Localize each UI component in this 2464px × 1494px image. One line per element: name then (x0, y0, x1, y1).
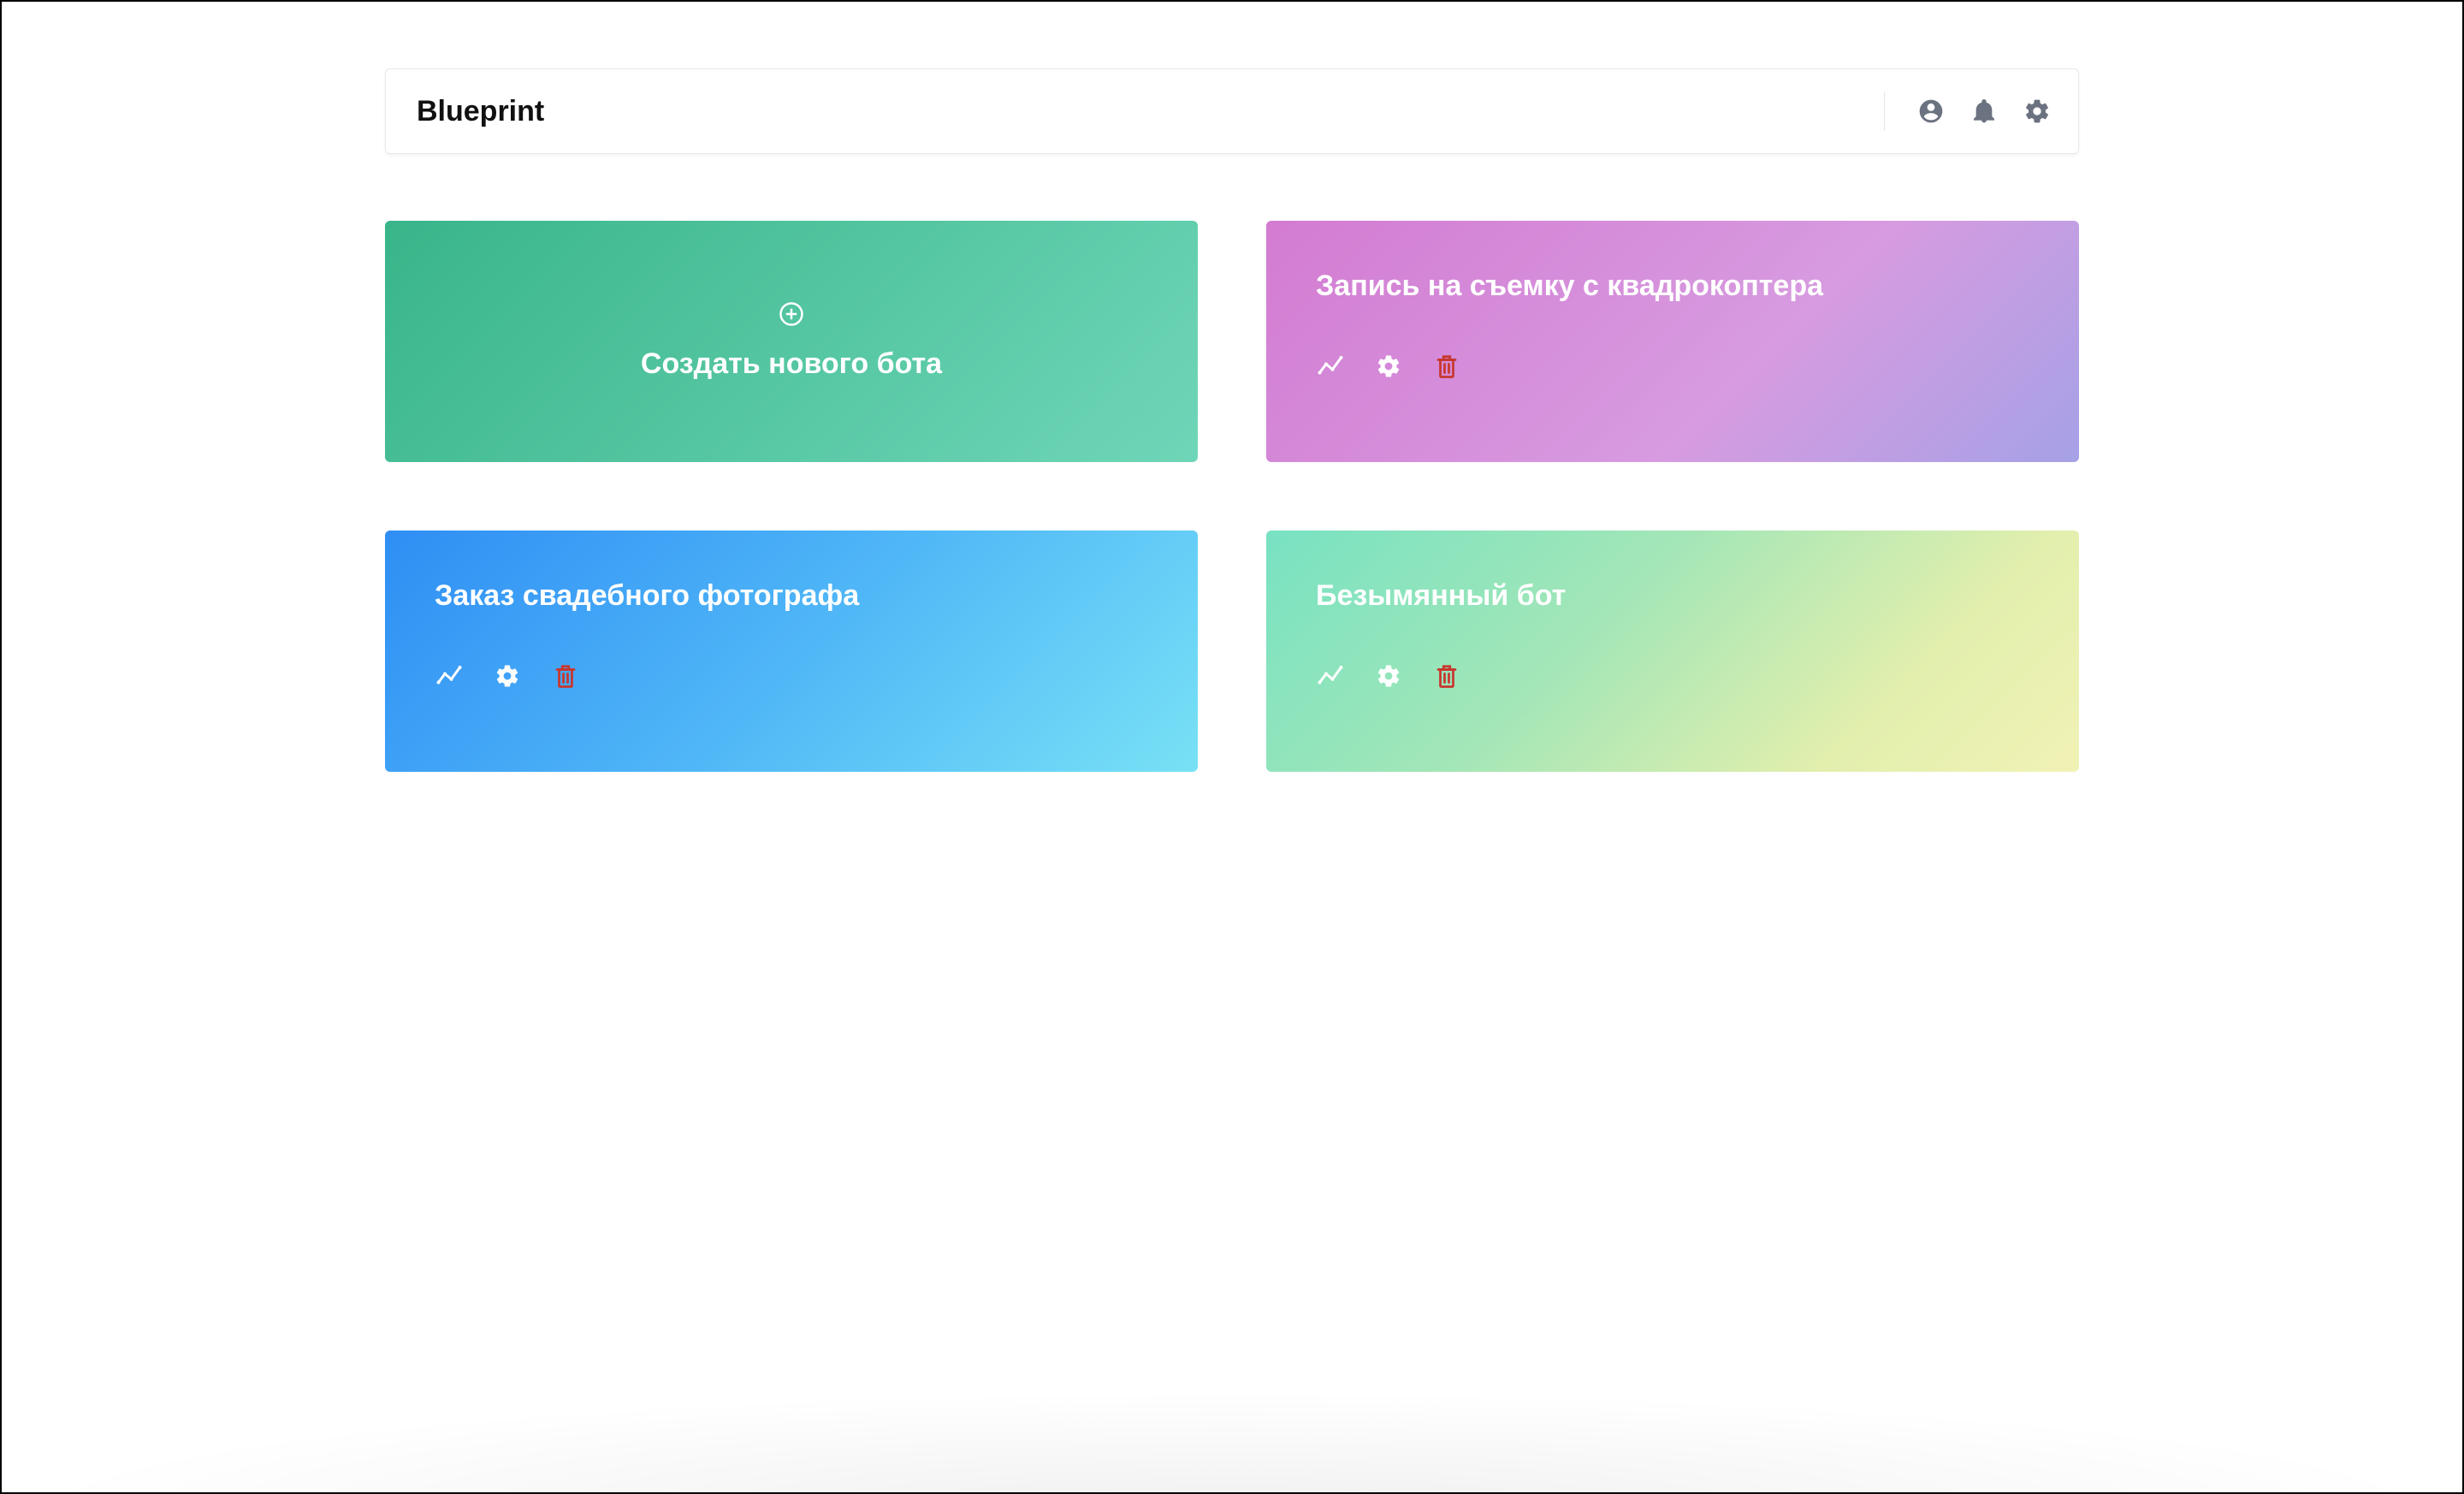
trash-icon[interactable] (1432, 352, 1461, 381)
gear-icon[interactable] (1374, 352, 1403, 381)
analytics-icon[interactable] (435, 661, 464, 691)
bot-card[interactable]: Запись на съемку с квадрокоптера (1266, 221, 2079, 462)
bot-title: Запись на съемку с квадрокоптера (1316, 269, 2029, 304)
top-bar: Blueprint (385, 68, 2079, 154)
app-frame: Blueprint (0, 0, 2464, 1494)
bot-grid: Создать нового бота Запись на съемку с к… (385, 221, 2079, 772)
top-bar-actions (1884, 92, 2052, 131)
gear-icon[interactable] (493, 661, 522, 691)
bell-icon[interactable] (1969, 96, 1999, 127)
plus-circle-icon (779, 301, 804, 331)
create-bot-card[interactable]: Создать нового бота (385, 221, 1198, 462)
bot-card[interactable]: Безымянный бот (1266, 531, 2079, 772)
bot-card[interactable]: Заказ свадебного фотографа (385, 531, 1198, 772)
topbar-divider (1884, 92, 1885, 131)
bot-card-actions (1316, 352, 2029, 381)
bot-title: Безымянный бот (1316, 578, 2029, 614)
gear-icon[interactable] (1374, 661, 1403, 691)
app-title: Blueprint (417, 95, 544, 128)
user-icon[interactable] (1916, 96, 1946, 127)
trash-icon[interactable] (551, 661, 580, 691)
bot-card-actions (435, 661, 1148, 691)
analytics-icon[interactable] (1316, 352, 1345, 381)
analytics-icon[interactable] (1316, 661, 1345, 691)
create-bot-label: Создать нового бота (641, 347, 942, 382)
bot-title: Заказ свадебного фотографа (435, 578, 1148, 614)
trash-icon[interactable] (1432, 661, 1461, 691)
bot-card-actions (1316, 661, 2029, 691)
content-container: Blueprint (385, 2, 2079, 772)
gear-icon[interactable] (2022, 96, 2052, 127)
decorative-shadow (2, 1390, 2462, 1492)
